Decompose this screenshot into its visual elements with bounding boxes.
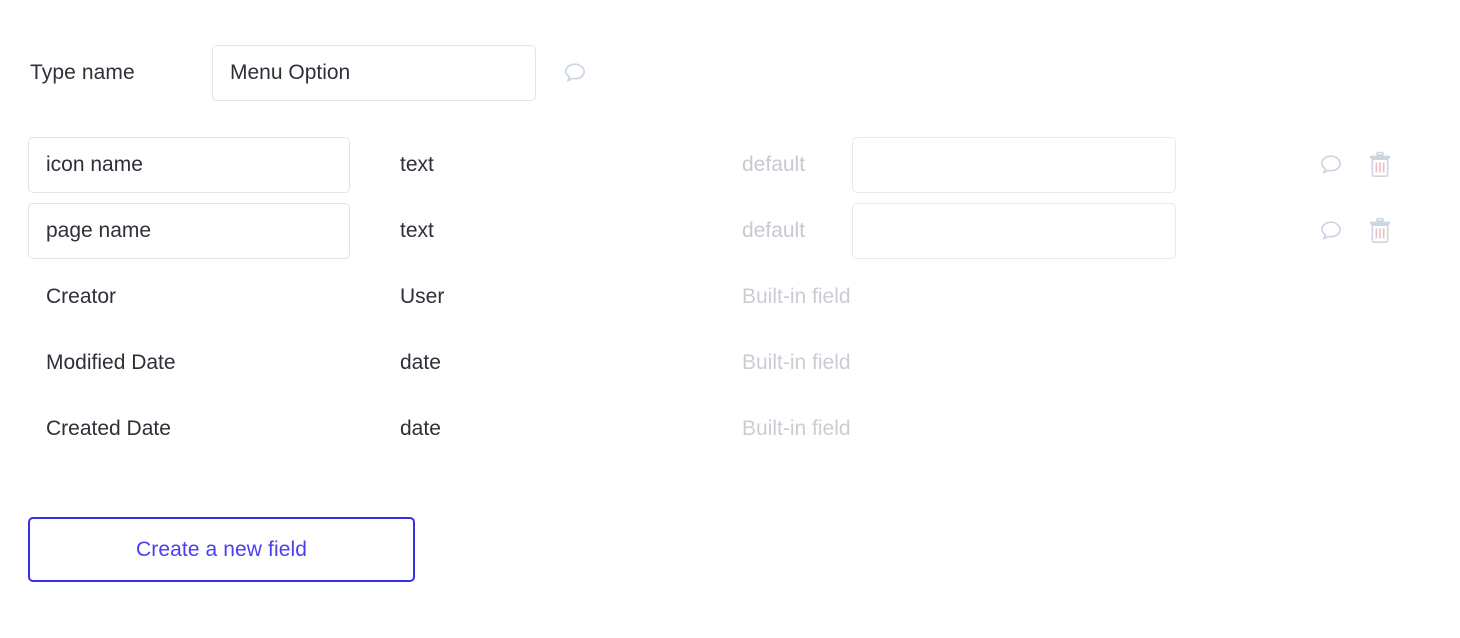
type-name-input[interactable] [212, 45, 536, 101]
field-default-cell: default [742, 203, 1180, 259]
field-name-cell: Created Date [28, 417, 350, 441]
field-name-input[interactable] [28, 137, 350, 193]
comment-bubble-icon[interactable] [1316, 150, 1346, 180]
field-name-label: Modified Date [46, 351, 176, 374]
field-type-label: date [400, 351, 441, 374]
builtin-field-label: Built-in field [742, 417, 851, 440]
comment-bubble-icon[interactable] [1316, 216, 1346, 246]
fields-list: text default [0, 132, 1460, 462]
field-type-label: text [400, 219, 434, 242]
type-editor-page: Type name text default [0, 0, 1460, 638]
create-new-field-button[interactable]: Create a new field [28, 517, 415, 582]
field-default-cell: Built-in field [742, 417, 1180, 441]
field-name-label: Creator [46, 285, 117, 308]
type-name-row: Type name [0, 44, 1460, 102]
table-row: Creator User Built-in field [0, 264, 1460, 330]
field-name-cell [28, 137, 350, 193]
field-actions-cell [1300, 198, 1460, 264]
field-name-cell: Creator [28, 285, 350, 309]
field-type-label: date [400, 417, 441, 440]
field-default-input[interactable] [852, 137, 1176, 193]
field-default-cell: Built-in field [742, 351, 1180, 375]
field-name-cell: Modified Date [28, 351, 350, 375]
table-row: Modified Date date Built-in field [0, 330, 1460, 396]
field-name-label: Created Date [46, 417, 171, 440]
builtin-field-label: Built-in field [742, 351, 851, 374]
builtin-field-label: Built-in field [742, 285, 851, 308]
table-row: text default [0, 132, 1460, 198]
field-type-label: text [400, 153, 434, 176]
table-row: Created Date date Built-in field [0, 396, 1460, 462]
field-name-input[interactable] [28, 203, 350, 259]
type-name-label: Type name [30, 61, 135, 84]
trash-icon[interactable] [1366, 216, 1394, 246]
field-default-cell: default [742, 137, 1180, 193]
field-actions-cell [1300, 132, 1460, 198]
default-label: default [742, 153, 806, 176]
field-default-input[interactable] [852, 203, 1176, 259]
field-type-label: User [400, 285, 445, 308]
trash-icon[interactable] [1366, 150, 1394, 180]
comment-bubble-icon[interactable] [560, 58, 590, 88]
field-default-cell: Built-in field [742, 285, 1180, 309]
field-name-cell [28, 203, 350, 259]
default-label: default [742, 219, 806, 242]
table-row: text default [0, 198, 1460, 264]
